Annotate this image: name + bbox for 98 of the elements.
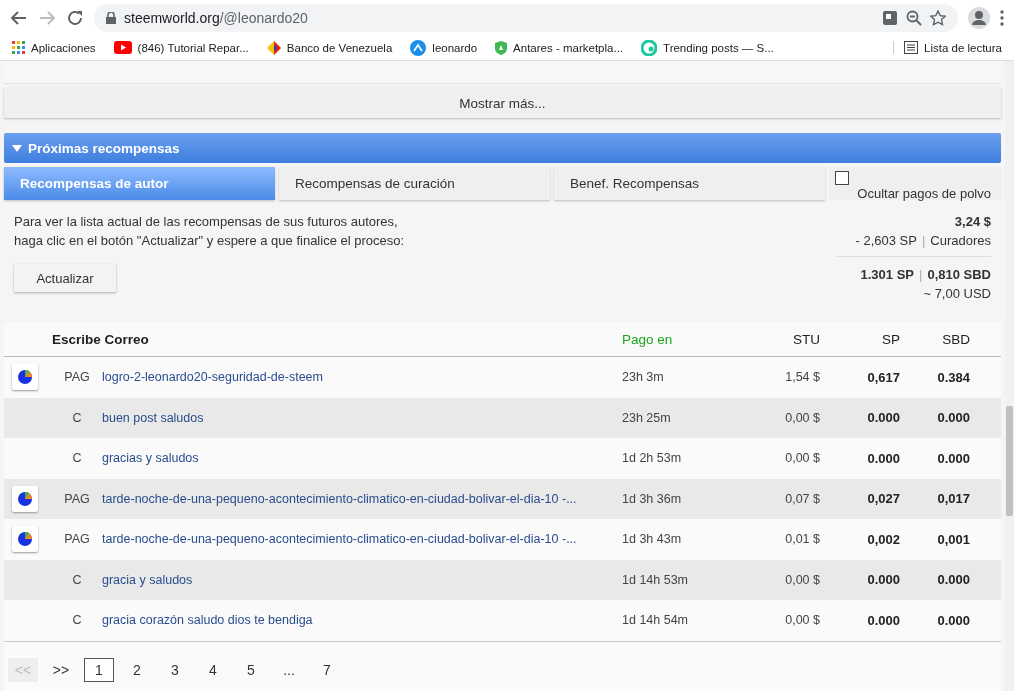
pie-chart-icon[interactable]: [12, 526, 38, 553]
bookmark[interactable]: leonardo: [410, 39, 478, 56]
page-button[interactable]: 5: [236, 658, 266, 683]
reading-list[interactable]: Lista de lectura: [893, 41, 1002, 54]
table-cell-text: 0.000: [936, 410, 970, 426]
post-link[interactable]: tarde-noche-de-una-pequeno-acontecimiento-climatico-en-ciudad-bolivar-el-dia-10 -...: [102, 491, 577, 506]
post-link[interactable]: tarde-noche-de-una-pequeno-acontecimiento-climatico-en-ciudad-bolivar-el-dia-10 -...: [102, 532, 577, 547]
page-button[interactable]: 7: [312, 658, 342, 683]
diamond-logo-icon: [266, 40, 281, 55]
table-cell-text: 0,01 $: [784, 532, 820, 547]
sbd-amount: 0,810 SBD: [927, 267, 991, 282]
table-cell-text: 1d 3h 43m: [622, 532, 683, 547]
pie-chart-icon[interactable]: [12, 485, 38, 512]
bookmark[interactable]: Aplicaciones: [12, 41, 96, 54]
table-cell-text: 0.000: [866, 450, 900, 466]
tab[interactable]: Recompensas de curación: [279, 167, 550, 200]
bookmark[interactable]: Trending posts — S...: [641, 39, 774, 56]
column-header: SBD: [941, 331, 970, 347]
table-cell-text: PAG: [63, 491, 91, 506]
bookmark[interactable]: Antares - marketpla...: [495, 40, 624, 55]
table-cell-text: 1d 3h 36m: [622, 491, 683, 506]
star-icon[interactable]: [930, 9, 946, 26]
separator: |: [921, 233, 926, 248]
table-cell-text: 0,00 $: [784, 410, 820, 425]
column-header: Pago en: [622, 331, 674, 347]
zoom-icon[interactable]: [906, 9, 922, 26]
post-link[interactable]: gracia corazón saludo dios te bendiga: [102, 613, 313, 628]
table-cell-text: 0,002: [866, 531, 900, 547]
translate-icon[interactable]: [882, 9, 898, 26]
post-link[interactable]: gracia y saludos: [102, 572, 193, 587]
table-cell-text: 23h 25m: [622, 410, 672, 425]
table-cell-text: 0,00 $: [784, 572, 820, 587]
table-cell-text: 0.000: [936, 612, 970, 628]
table-cell-text: 0,617: [866, 369, 900, 385]
video-play-icon: [113, 41, 132, 54]
column-header: Escribe Correo: [52, 331, 150, 347]
table-cell-text: C: [71, 572, 83, 587]
address-bar[interactable]: steemworld.org/@leonardo20: [94, 3, 958, 32]
tab[interactable]: Benef. Recompensas: [554, 167, 825, 200]
checkbox-label: Ocultar pagos de polvo: [857, 186, 991, 201]
table-cell-text: 0.000: [936, 572, 970, 588]
table-cell-text: 1d 2h 53m: [622, 451, 683, 466]
curators-label: Curadores: [930, 233, 991, 248]
column-header: STU: [792, 331, 820, 347]
bookmark[interactable]: (846) Tutorial Repar...: [113, 41, 249, 54]
checkbox[interactable]: [835, 171, 849, 185]
page-button[interactable]: ...: [274, 658, 304, 683]
table-cell-text: 0,00 $: [784, 451, 820, 466]
table-cell-text: 1d 14h 53m: [622, 572, 690, 587]
next-page-button[interactable]: >>: [46, 658, 76, 683]
table-cell-text: 0.000: [936, 450, 970, 466]
table-cell-text: C: [71, 613, 83, 628]
swirl-logo-icon: [641, 39, 658, 56]
show-more-button[interactable]: Mostrar más...: [4, 88, 1001, 118]
table-cell-text: 0,001: [936, 531, 970, 547]
shield-icon: [495, 40, 508, 55]
url-text: steemworld.org/@leonardo20: [124, 9, 308, 26]
column-header: SP: [881, 331, 900, 347]
profile-icon[interactable]: [968, 6, 990, 29]
menu-icon[interactable]: [1000, 9, 1004, 26]
table-cell-text: 1,54 $: [784, 370, 820, 385]
page-button[interactable]: 4: [198, 658, 228, 683]
instructions-text: Para ver la lista actual de las recompensas de sus futuros autores, haga clic en el botón "Actualizar" y espere a que finalice el proceso:: [14, 213, 405, 250]
lock-icon: [106, 11, 116, 24]
update-button[interactable]: Actualizar: [14, 264, 116, 292]
table-cell-text: 0.000: [866, 612, 900, 628]
table-cell-text: C: [71, 410, 83, 425]
sp-amount: 1.301 SP: [860, 267, 914, 282]
reload-icon[interactable]: [66, 8, 84, 27]
separator: |: [919, 267, 923, 282]
page-button[interactable]: 2: [122, 658, 152, 683]
scrollbar-thumb[interactable]: [1006, 406, 1013, 516]
table-cell-text: C: [71, 451, 83, 466]
circle-logo-icon: [410, 39, 427, 56]
list-icon: [904, 41, 918, 54]
curators-sp: - 2,603 SP: [855, 233, 917, 248]
table-cell-text: 23h 3m: [622, 370, 665, 385]
post-link[interactable]: buen post saludos: [102, 410, 204, 425]
table-cell-text: PAG: [63, 532, 91, 547]
back-icon[interactable]: [10, 8, 28, 27]
table-cell-text: 1d 14h 54m: [622, 613, 690, 628]
post-link[interactable]: logro-2-leonardo20-seguridad-de-steem: [102, 370, 323, 385]
table-cell-text: 0,00 $: [784, 613, 820, 628]
total-amount: 3,24 $: [954, 213, 991, 231]
bookmark[interactable]: Banco de Venezuela: [266, 40, 393, 55]
table-cell-text: 0,017: [936, 491, 970, 507]
table-cell-text: PAG: [63, 370, 91, 385]
table-cell-text: 0.384: [936, 369, 970, 385]
table-cell-text: 0,027: [866, 491, 900, 507]
page-button[interactable]: 3: [160, 658, 190, 683]
usd-amount: ~ 7,00 USD: [923, 285, 991, 303]
post-link[interactable]: gracias y saludos: [102, 451, 199, 466]
pie-chart-icon[interactable]: [12, 364, 38, 391]
table-cell-text: 0,07 $: [784, 491, 820, 506]
apps-grid-icon: [12, 41, 25, 54]
page-button[interactable]: 1: [84, 658, 114, 683]
table-cell-text: 0.000: [866, 572, 900, 588]
table-cell-text: 0.000: [866, 410, 900, 426]
